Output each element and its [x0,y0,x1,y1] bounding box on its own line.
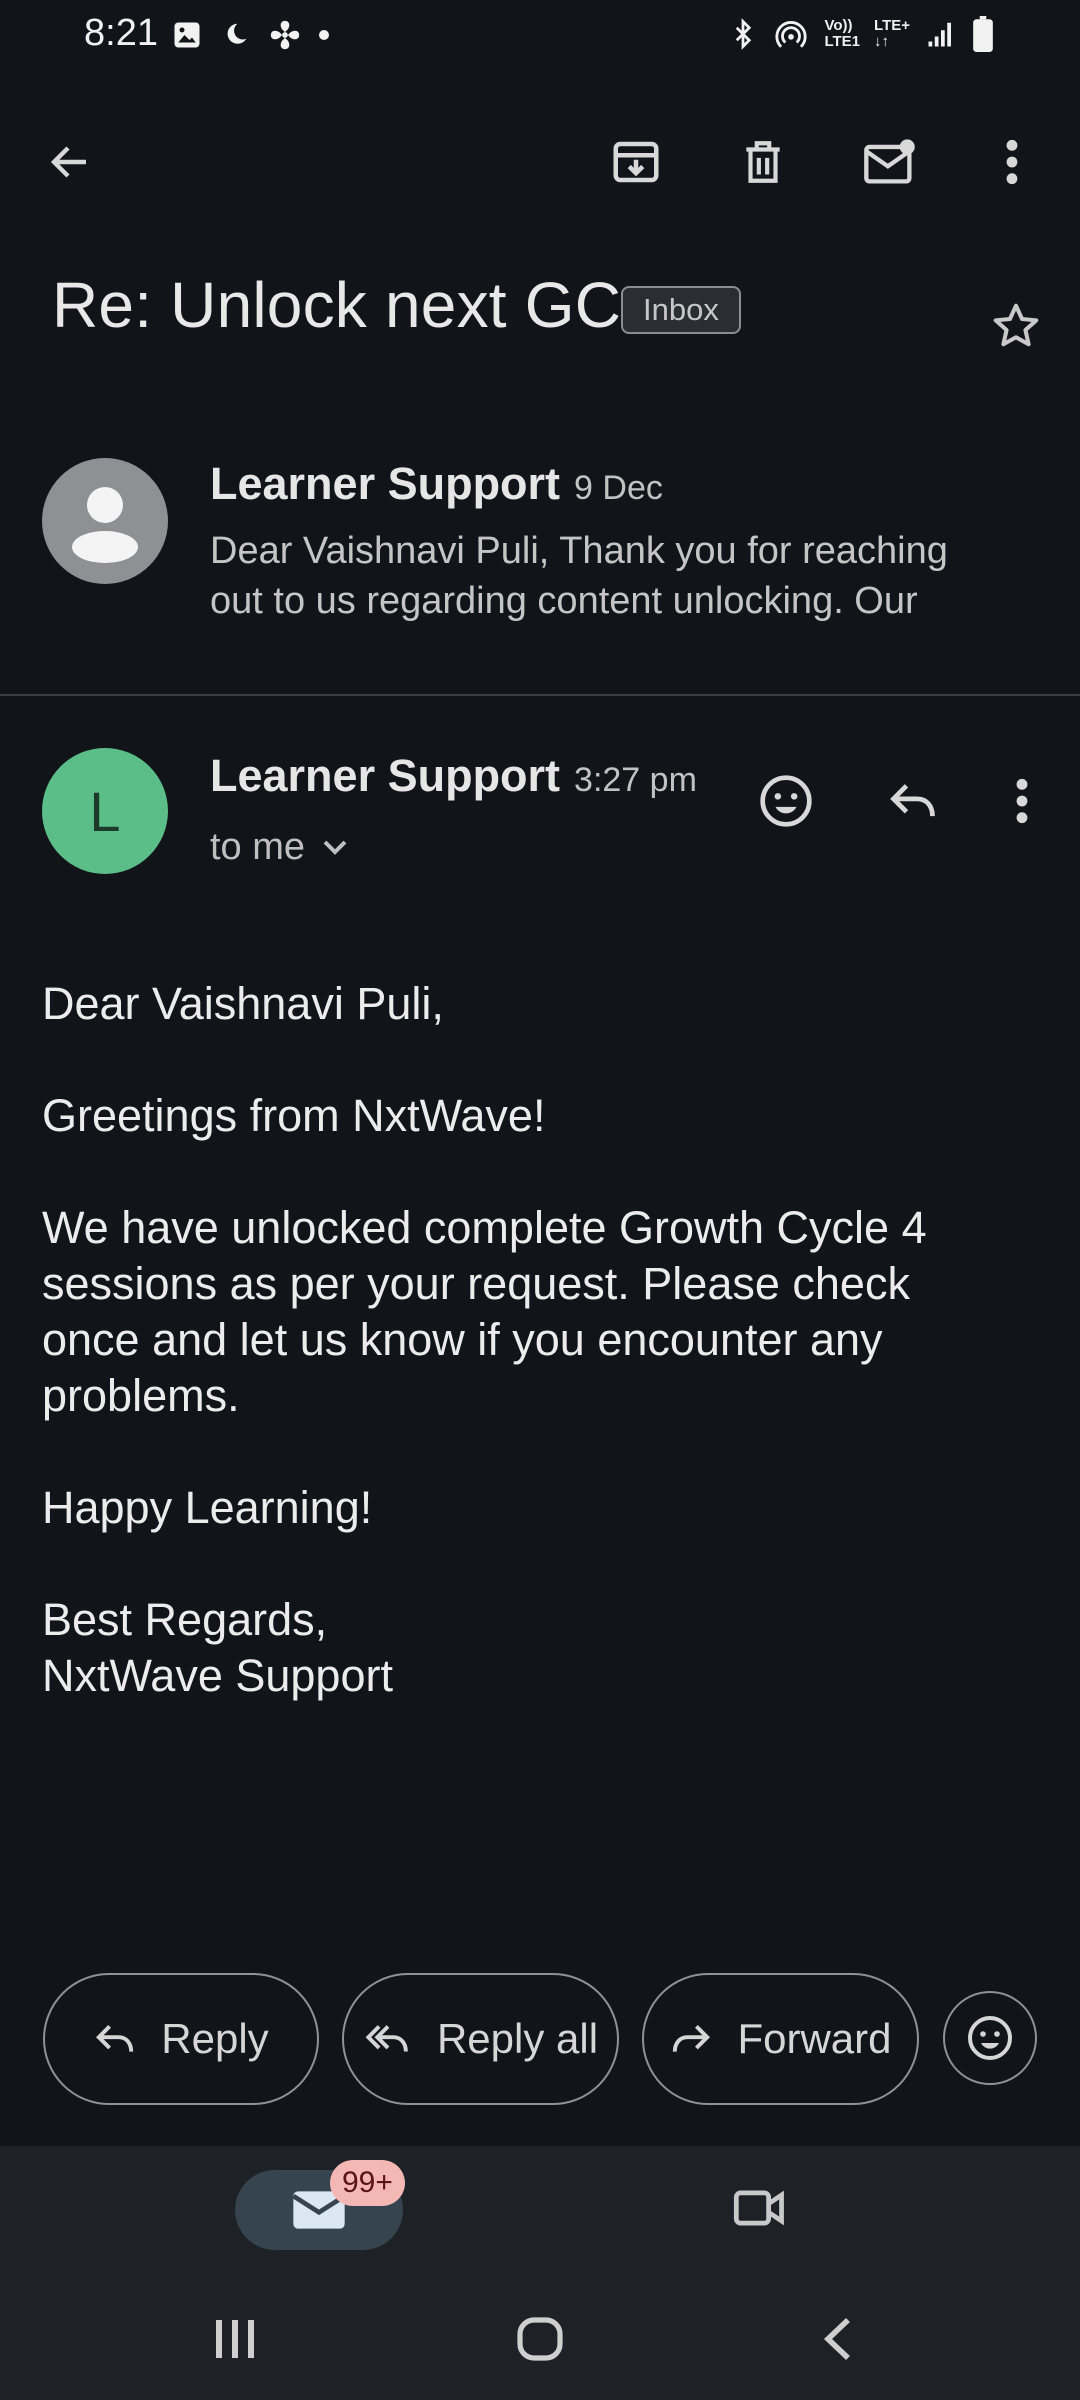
data-arrows-icon: ↓↑ [874,33,890,50]
message-header: Learner Support 3:27 pm [210,750,697,802]
avatar: L [42,748,168,874]
image-notification-icon [174,22,200,48]
chevron-down-icon [323,840,347,855]
signal-icon [928,22,951,47]
fan-icon [270,20,300,50]
delete-button[interactable] [727,126,799,198]
archive-icon [613,141,659,183]
add-reaction-button[interactable] [750,765,822,837]
reply-icon [890,784,935,817]
mark-unread-button[interactable] [854,126,926,198]
lte-plus-indicator: LTE+ ↓↑ [874,18,910,50]
body-greeting: Dear Vaishnavi Puli, [42,978,444,1029]
status-right-icons: Vo)) LTE1 LTE+ ↓↑ [728,16,994,52]
sender-name: Learner Support [210,750,561,801]
video-camera-icon [733,2190,784,2226]
forward-button[interactable]: Forward [642,1973,919,2105]
status-time: 8:21 [84,12,158,54]
volte-label: Vo)) [824,17,853,34]
sender-name: Learner Support [210,458,561,509]
star-button[interactable] [980,290,1052,362]
body-para-line-4: problems. [42,1370,240,1421]
reply-label: Reply [161,2015,269,2062]
meet-tab[interactable] [732,2186,788,2230]
emoji-icon [968,2016,1012,2060]
reply-all-button[interactable]: Reply all [342,1973,619,2105]
back-chevron-icon [823,2317,850,2361]
hotspot-icon [775,21,808,48]
archive-button[interactable] [600,126,672,198]
divider [0,694,1080,696]
body-para-line-2: sessions as per your request. Please che… [42,1258,910,1309]
recent-apps-icon [216,2320,254,2358]
home-button[interactable] [514,2314,566,2364]
reply-icon [96,2024,134,2052]
body-para-line-1: We have unlocked complete Growth Cycle 4 [42,1202,927,1253]
avatar-letter: L [89,779,121,843]
star-icon [993,303,1039,347]
mark-unread-icon [864,139,915,184]
body-para-line-3: once and let us know if you encounter an… [42,1314,883,1365]
inbox-label-chip[interactable]: Inbox [621,286,741,334]
body-greetings-line: Greetings from NxtWave! [42,1090,546,1141]
recipient-label: to me [210,826,306,868]
delete-icon [746,141,780,183]
unread-count-badge: 99+ [330,2160,405,2206]
snippet-line-1: Dear Vaishnavi Puli, Thank you for reach… [210,530,948,572]
dot-icon [319,30,329,40]
lte-plus-label: LTE+ [874,17,910,34]
body-happy-learning: Happy Learning! [42,1482,373,1533]
home-icon [517,2317,563,2361]
more-vert-icon [1016,778,1028,824]
collapsed-message[interactable]: Learner Support 9 Dec Dear Vaishnavi Pul… [0,440,1080,690]
reply-all-icon [365,2025,408,2052]
back-arrow-icon [50,146,86,178]
forward-icon [673,2024,711,2052]
system-back-button[interactable] [818,2314,858,2364]
react-button[interactable] [943,1991,1037,2085]
more-options-button[interactable] [976,126,1048,198]
avatar [42,458,168,584]
body-regards: Best Regards, [42,1594,328,1645]
message-date: 9 Dec [574,469,663,507]
message-time: 3:27 pm [574,761,697,799]
message-more-button[interactable] [986,765,1058,837]
collapsed-header: Learner Support 9 Dec [210,458,663,510]
bluetooth-icon [736,18,752,50]
volte-indicator: Vo)) LTE1 [824,18,860,50]
battery-icon [973,16,993,52]
do-not-disturb-moon-icon [227,23,247,44]
recipients-toggle[interactable]: to me [210,826,349,869]
body-signature: NxtWave Support [42,1650,393,1701]
snippet-line-2: out to us regarding content unlocking. O… [210,580,918,622]
back-button[interactable] [34,126,106,198]
emoji-icon [760,775,812,827]
more-vert-icon [1006,139,1018,185]
forward-label: Forward [737,2015,892,2062]
email-subject: Re: Unlock next GC [52,269,622,341]
recent-apps-button[interactable] [210,2316,260,2362]
lte1-label: LTE1 [824,33,861,50]
reply-all-label: Reply all [436,2015,599,2062]
person-icon [72,487,138,563]
reply-icon-button[interactable] [877,765,949,837]
reply-button[interactable]: Reply [43,1973,319,2105]
status-left-icons [172,18,330,52]
